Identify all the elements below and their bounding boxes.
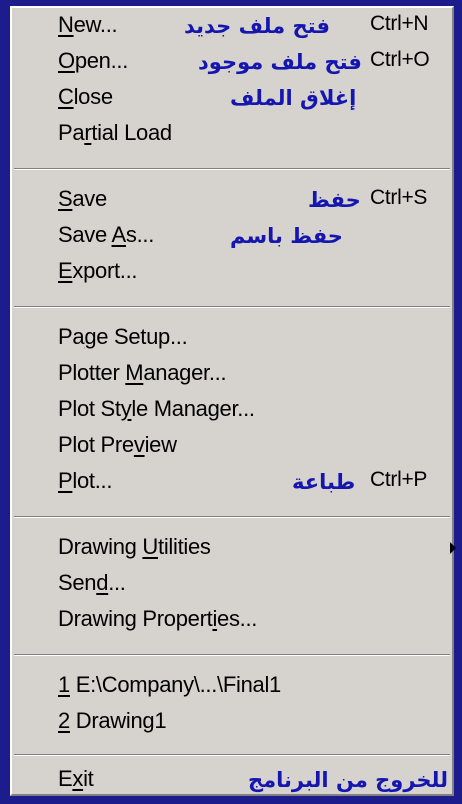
menu-separator — [14, 168, 450, 170]
menu-item-export[interactable]: Export... — [12, 256, 452, 290]
menu-item-drawing-properties[interactable]: Drawing Properties... — [12, 604, 452, 638]
menu-item-send-label: Send... — [58, 570, 126, 595]
menu-item-open[interactable]: Open... فتح ملف موجود Ctrl+O — [12, 46, 452, 80]
menu-item-close-label: Close — [58, 84, 113, 109]
menu-item-new-arabic: فتح ملف جديد — [184, 14, 330, 38]
menu-item-recent-file-1-label: 1 E:\Company\...\Final1 — [58, 672, 281, 697]
menu-item-new[interactable]: New... فتح ملف جديد Ctrl+N — [12, 10, 452, 44]
submenu-arrow-icon — [450, 542, 456, 554]
file-menu: New... فتح ملف جديد Ctrl+N Open... فتح م… — [10, 6, 456, 798]
menu-item-plot-label: Plot... — [58, 468, 113, 493]
menu-item-page-setup[interactable]: Page Setup... — [12, 322, 452, 356]
menu-item-plot-preview[interactable]: Plot Preview — [12, 430, 452, 464]
menu-item-recent-file-1[interactable]: 1 E:\Company\...\Final1 — [12, 670, 452, 704]
menu-item-save-as[interactable]: Save As... حفظ باسم — [12, 220, 452, 254]
menu-item-new-label: New... — [58, 12, 118, 37]
menu-item-save-label: Save — [58, 186, 107, 211]
menu-item-plotter-manager-label: Plotter Manager... — [58, 360, 227, 385]
menu-item-plot-preview-label: Plot Preview — [58, 432, 177, 457]
menu-item-plot-style-manager[interactable]: Plot Style Manager... — [12, 394, 452, 428]
menu-item-plot-arabic: طباعة — [292, 470, 356, 494]
menu-item-save-as-arabic: حفظ باسم — [230, 224, 343, 248]
menu-separator — [14, 306, 450, 308]
menu-item-drawing-utilities[interactable]: Drawing Utilities — [12, 532, 456, 566]
menu-item-close-arabic: إغلاق الملف — [230, 86, 357, 110]
menu-separator — [14, 516, 450, 518]
menu-item-drawing-utilities-label: Drawing Utilities — [58, 534, 211, 559]
menu-item-plot-shortcut: Ctrl+P — [370, 468, 428, 491]
menu-item-send[interactable]: Send... — [12, 568, 452, 602]
menu-item-plot-style-manager-label: Plot Style Manager... — [58, 396, 255, 421]
menu-item-partial-load[interactable]: Partial Load — [12, 118, 452, 152]
menu-item-exit[interactable]: Exit للخروج من البرنامج — [12, 764, 452, 798]
menu-item-save-as-label: Save As... — [58, 222, 155, 247]
menu-item-partial-load-label: Partial Load — [58, 120, 172, 145]
menu-separator — [14, 654, 450, 656]
menu-item-page-setup-label: Page Setup... — [58, 324, 188, 349]
menu-item-save-shortcut: Ctrl+S — [370, 186, 428, 209]
file-menu-frame: New... فتح ملف جديد Ctrl+N Open... فتح م… — [0, 0, 462, 804]
menu-item-open-label: Open... — [58, 48, 129, 73]
menu-item-new-shortcut: Ctrl+N — [370, 12, 429, 35]
menu-item-save-arabic: حفظ — [308, 188, 361, 212]
menu-item-close[interactable]: Close إغلاق الملف — [12, 82, 452, 116]
menu-item-recent-file-2[interactable]: 2 Drawing1 — [12, 706, 452, 740]
menu-item-open-arabic: فتح ملف موجود — [198, 50, 362, 74]
menu-item-open-shortcut: Ctrl+O — [370, 48, 430, 71]
menu-item-exit-arabic: للخروج من البرنامج — [248, 768, 448, 792]
menu-item-plotter-manager[interactable]: Plotter Manager... — [12, 358, 452, 392]
menu-item-drawing-properties-label: Drawing Properties... — [58, 606, 258, 631]
menu-item-exit-label: Exit — [58, 766, 94, 791]
menu-item-recent-file-2-label: 2 Drawing1 — [58, 708, 167, 733]
menu-item-export-label: Export... — [58, 258, 138, 283]
menu-separator — [14, 754, 450, 756]
menu-item-plot[interactable]: Plot... طباعة Ctrl+P — [12, 466, 452, 500]
menu-item-save[interactable]: Save حفظ Ctrl+S — [12, 184, 452, 218]
